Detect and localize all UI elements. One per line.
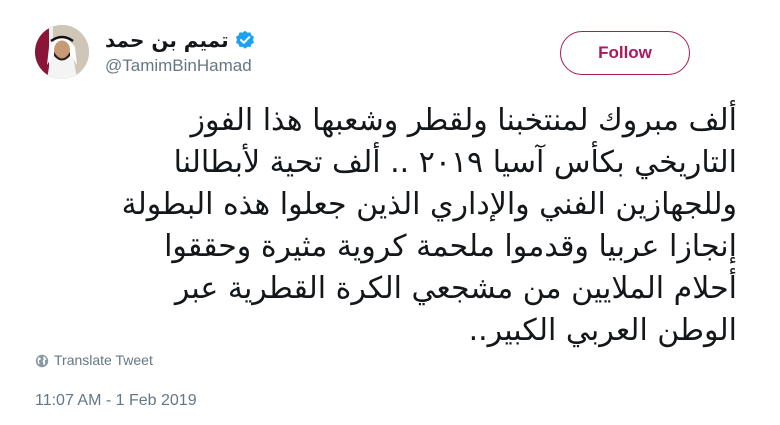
display-name[interactable]: تميم بن حمد — [105, 28, 229, 52]
tweet-text: ألف مبروك لمنتخبنا ولقطر وشعبها هذا الفو… — [35, 100, 737, 352]
verified-badge-icon — [235, 30, 255, 50]
display-name-row: تميم بن حمد — [105, 27, 255, 53]
tweet-text-line: ألف مبروك لمنتخبنا ولقطر وشعبها هذا الفو… — [190, 103, 737, 138]
tweet-text-line: التاريخي بكأس آسيا ٢٠١٩ .. ألف تحية لأبط… — [173, 145, 737, 180]
follow-button[interactable]: Follow — [560, 31, 690, 75]
translate-tweet-button[interactable]: Translate Tweet — [35, 352, 153, 368]
tweet-text-line: إنجازا عربيا وقدموا ملحمة كروية مثيرة وح… — [164, 229, 737, 264]
author-info: تميم بن حمد @TamimBinHamad — [105, 27, 255, 76]
globe-icon — [35, 353, 49, 368]
avatar[interactable] — [35, 25, 89, 79]
tweet-text-line: وللجهازين الفني والإداري الذين جعلوا هذه… — [121, 187, 737, 222]
translate-tweet-label: Translate Tweet — [54, 352, 153, 368]
tweet-timestamp[interactable]: 11:07 AM - 1 Feb 2019 — [35, 392, 197, 410]
tweet-text-line: أحلام الملايين من مشجعي الكرة القطرية عب… — [174, 271, 737, 306]
tweet-text-line: الوطن العربي الكبير.. — [468, 313, 737, 348]
author-handle[interactable]: @TamimBinHamad — [105, 56, 255, 76]
tweet-card: تميم بن حمد @TamimBinHamad Follow ألف مب… — [0, 0, 780, 425]
profile-photo-icon — [35, 25, 89, 79]
